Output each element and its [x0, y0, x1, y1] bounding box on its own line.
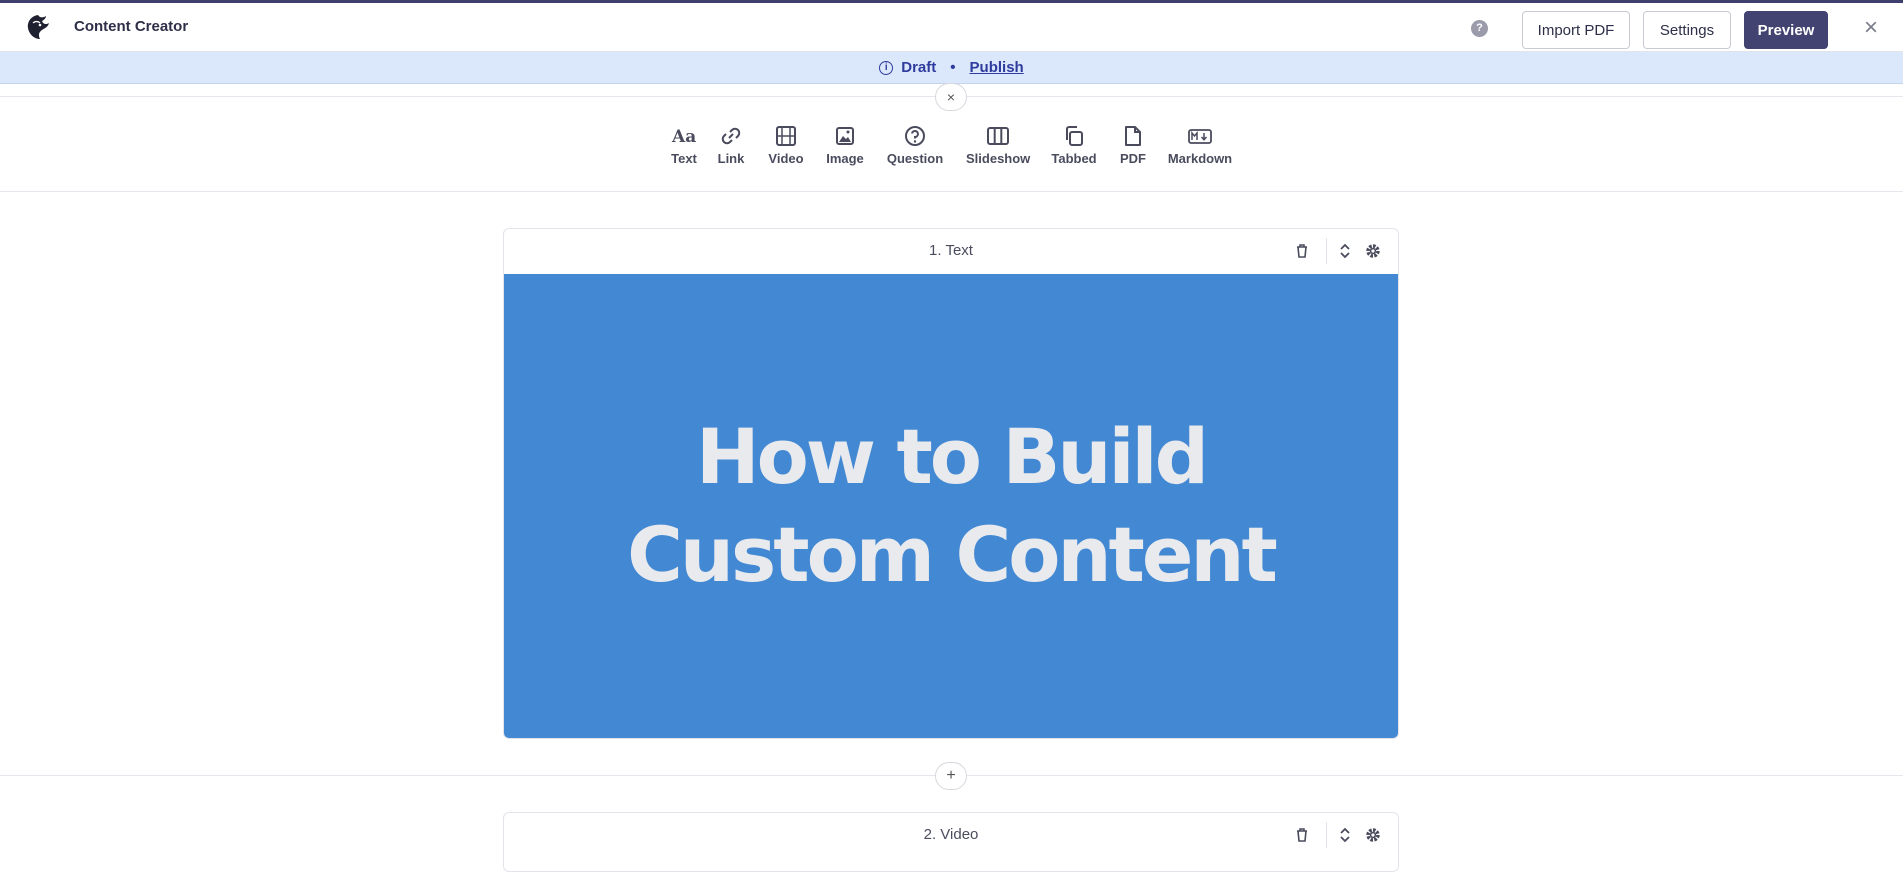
settings-button[interactable]: Settings [1643, 11, 1731, 49]
block-header: 2. Video [504, 813, 1398, 858]
tool-label: Video [768, 151, 804, 166]
block-title: 1. Text [929, 242, 973, 259]
block-title: 2. Video [923, 826, 979, 843]
header-separator [1326, 238, 1327, 264]
preview-button[interactable]: Preview [1744, 11, 1828, 49]
block-header: 1. Text [504, 229, 1398, 274]
hero-image: How to Build Custom Content [504, 274, 1398, 738]
collapse-toolbar-button[interactable]: × [935, 83, 967, 111]
hero-line-2: Custom Content [627, 510, 1278, 599]
link-icon [721, 127, 741, 145]
status-bar: i Draft • Publish [0, 52, 1903, 84]
file-icon [1125, 126, 1141, 146]
tool-label: PDF [1120, 151, 1146, 166]
hero-title: How to Build Custom Content [627, 408, 1278, 604]
question-icon [905, 126, 925, 146]
tool-label: Slideshow [966, 151, 1031, 166]
tool-question[interactable]: Question [886, 125, 944, 166]
film-icon [776, 126, 796, 146]
gear-icon[interactable] [1364, 242, 1382, 260]
close-icon[interactable]: × [1860, 16, 1882, 40]
trash-icon[interactable] [1293, 242, 1311, 260]
import-pdf-button[interactable]: Import PDF [1522, 11, 1630, 49]
svg-text:Aa: Aa [671, 127, 696, 147]
columns-icon [987, 127, 1009, 145]
tool-label: Question [886, 151, 944, 166]
add-block-button[interactable]: + [935, 762, 967, 790]
content-block-video[interactable]: 2. Video [503, 812, 1399, 872]
status-separator: • [950, 59, 956, 76]
tool-link[interactable]: Link [717, 125, 745, 166]
tool-tabbed[interactable]: Tabbed [1050, 125, 1098, 166]
eagle-logo-icon[interactable] [24, 13, 52, 41]
tool-label: Tabbed [1051, 151, 1097, 166]
tool-pdf[interactable]: PDF [1118, 125, 1148, 166]
trash-icon[interactable] [1293, 826, 1311, 844]
reorder-icon[interactable] [1336, 826, 1354, 844]
app-title: Content Creator [74, 18, 189, 35]
tool-label: Markdown [1167, 151, 1233, 166]
tool-video[interactable]: Video [767, 125, 805, 166]
tool-markdown[interactable]: Markdown [1166, 125, 1234, 166]
reorder-icon[interactable] [1336, 242, 1354, 260]
markdown-icon [1188, 129, 1212, 144]
hero-line-1: How to Build [695, 412, 1209, 501]
header-separator [1326, 822, 1327, 848]
publish-link[interactable]: Publish [970, 59, 1024, 76]
tool-label: Link [717, 151, 745, 166]
copy-icon [1066, 126, 1083, 146]
help-icon[interactable]: ? [1471, 20, 1488, 37]
image-icon [836, 127, 854, 145]
tool-text[interactable]: Aa Text [668, 125, 700, 166]
draft-status: Draft [901, 59, 937, 76]
info-icon: i [879, 60, 894, 75]
top-bar: Content Creator ? Import PDF Settings Pr… [0, 0, 1903, 52]
tool-image[interactable]: Image [825, 125, 865, 166]
text-icon: Aa [671, 127, 696, 147]
tool-label: Image [826, 151, 864, 166]
tool-slideshow[interactable]: Slideshow [966, 125, 1030, 166]
content-block-text[interactable]: 1. Text How to Build Custom Content [503, 228, 1399, 739]
tool-label: Text [671, 151, 697, 166]
gear-icon[interactable] [1364, 826, 1382, 844]
